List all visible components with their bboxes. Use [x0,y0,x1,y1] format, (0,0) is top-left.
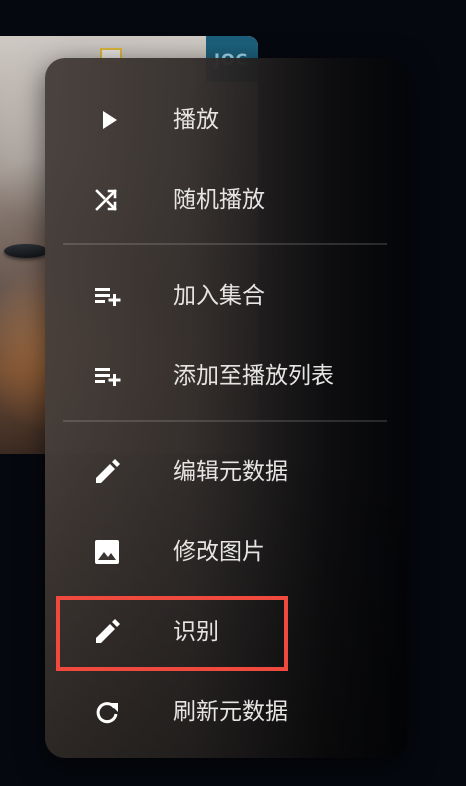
menu-item-label: 识别 [173,619,219,645]
play-icon [93,107,123,133]
spaceship-image [4,244,48,258]
playlist-add-icon [93,283,123,309]
menu-item-edit-metadata[interactable]: 编辑元数据 [45,432,407,512]
menu-item-label: 修改图片 [173,539,265,565]
menu-item-label: 随机播放 [173,187,265,213]
pencil-icon [93,619,123,645]
menu-item-label: 添加至播放列表 [173,363,334,389]
menu-item-label: 加入集合 [173,283,265,309]
shuffle-icon [93,187,123,213]
menu-item-add-to-collection[interactable]: 加入集合 [45,256,407,336]
menu-item-edit-images[interactable]: 修改图片 [45,512,407,592]
menu-item-label: 刷新元数据 [173,699,288,725]
menu-item-label: 播放 [173,107,219,133]
playlist-add-icon [93,363,123,389]
pencil-icon [93,459,123,485]
menu-item-label: 编辑元数据 [173,459,288,485]
menu-item-refresh-metadata[interactable]: 刷新元数据 [45,672,407,752]
refresh-icon [93,699,123,725]
screen: JOC 播放 随机播放 [0,0,466,786]
menu-item-play[interactable]: 播放 [45,80,407,160]
menu-item-add-to-playlist[interactable]: 添加至播放列表 [45,336,407,416]
menu-item-shuffle[interactable]: 随机播放 [45,160,407,240]
context-menu: 播放 随机播放 加入集合 添加至播放列表 编辑元数据 修改图片 识别 刷新元数据 [45,58,407,758]
image-icon [93,539,123,565]
menu-item-identify[interactable]: 识别 [45,592,407,672]
menu-divider [63,420,387,422]
menu-divider [63,243,387,245]
